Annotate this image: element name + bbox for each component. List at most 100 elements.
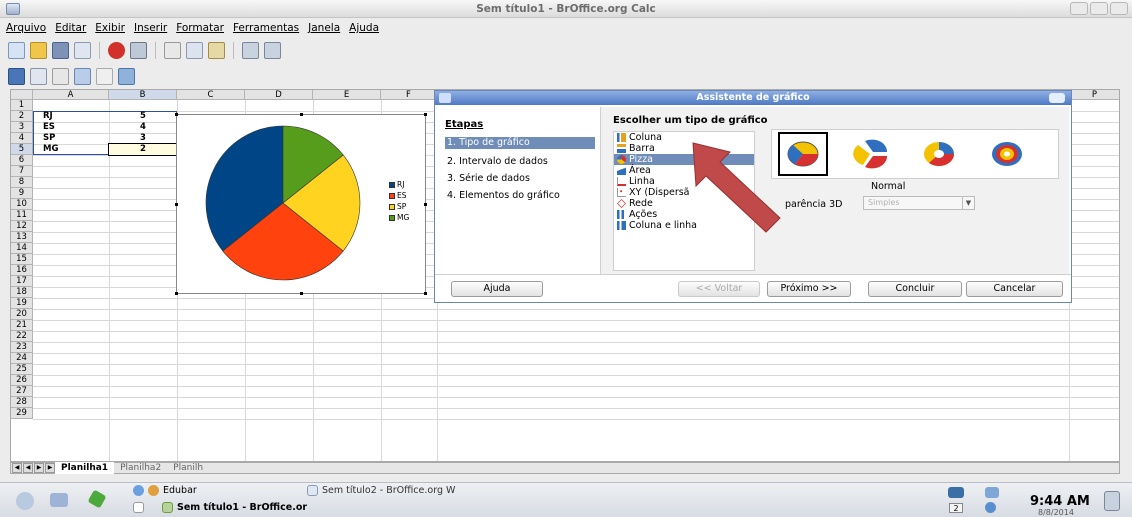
tray-updates-icon[interactable] bbox=[985, 502, 996, 513]
grid-icon[interactable] bbox=[52, 67, 69, 85]
print-icon[interactable] bbox=[130, 41, 147, 59]
variant-normal[interactable] bbox=[778, 132, 828, 176]
column-header-c[interactable]: C bbox=[177, 90, 245, 100]
tray-display-icon[interactable] bbox=[985, 487, 999, 498]
start-menu-icon[interactable] bbox=[16, 492, 34, 510]
step-chart-type[interactable]: 1. Tipo de gráfico bbox=[445, 137, 595, 149]
paste-icon[interactable] bbox=[208, 41, 225, 59]
variant-exploded-donut[interactable] bbox=[982, 132, 1032, 176]
next-button[interactable]: Próximo >> bbox=[767, 281, 851, 297]
row-header[interactable]: 27 bbox=[11, 386, 33, 397]
row-header[interactable]: 25 bbox=[11, 364, 33, 375]
data-table-icon[interactable] bbox=[118, 67, 135, 85]
back-button[interactable]: << Voltar bbox=[678, 281, 760, 297]
row-header[interactable]: 5 bbox=[11, 144, 33, 155]
taskbar-item-calc[interactable]: Sem título1 - BrOffice.or bbox=[133, 502, 307, 513]
row-header[interactable]: 16 bbox=[11, 265, 33, 276]
row-header[interactable]: 10 bbox=[11, 199, 33, 210]
menu-arquivo[interactable]: Arquivo bbox=[6, 22, 46, 34]
row-header[interactable]: 11 bbox=[11, 210, 33, 221]
row-header[interactable]: 29 bbox=[11, 408, 33, 419]
dialog-close-button[interactable] bbox=[1049, 93, 1065, 103]
row-header[interactable]: 1 bbox=[11, 100, 33, 111]
corner-header[interactable] bbox=[11, 90, 33, 100]
redo-icon[interactable] bbox=[264, 41, 281, 59]
row-header[interactable]: 13 bbox=[11, 232, 33, 243]
close-button[interactable] bbox=[1110, 2, 1128, 15]
chart-type-icon[interactable] bbox=[8, 67, 25, 85]
row-header[interactable]: 19 bbox=[11, 298, 33, 309]
sheet-tab-2[interactable]: Planilha2 bbox=[114, 462, 167, 474]
row-header[interactable]: 24 bbox=[11, 353, 33, 364]
launcher-icon[interactable] bbox=[87, 489, 107, 509]
trash-icon[interactable] bbox=[1104, 491, 1120, 511]
column-header-b[interactable]: B bbox=[109, 90, 177, 100]
menu-janela[interactable]: Janela bbox=[308, 22, 340, 34]
row-header[interactable]: 17 bbox=[11, 276, 33, 287]
resize-handle[interactable] bbox=[300, 292, 303, 295]
resize-handle[interactable] bbox=[175, 292, 178, 295]
column-header-a[interactable]: A bbox=[33, 90, 109, 100]
row-header[interactable]: 12 bbox=[11, 221, 33, 232]
last-sheet-button[interactable]: ▶ bbox=[45, 463, 55, 473]
help-button[interactable]: Ajuda bbox=[451, 281, 543, 297]
menu-exibir[interactable]: Exibir bbox=[95, 22, 125, 34]
minimize-button[interactable] bbox=[1070, 2, 1088, 15]
menu-ajuda[interactable]: Ajuda bbox=[349, 22, 379, 34]
undo-icon[interactable] bbox=[242, 41, 259, 59]
tray-network-icon[interactable] bbox=[948, 487, 964, 498]
menu-ferramentas[interactable]: Ferramentas bbox=[233, 22, 299, 34]
taskbar-item-writer[interactable]: Sem título2 - BrOffice.org W bbox=[307, 485, 455, 496]
desktop-switcher-icon[interactable] bbox=[50, 493, 68, 507]
row-header[interactable]: 9 bbox=[11, 188, 33, 199]
row-header[interactable]: 28 bbox=[11, 397, 33, 408]
row-header[interactable]: 8 bbox=[11, 177, 33, 188]
cell-b4[interactable]: 3 bbox=[109, 133, 177, 144]
row-header[interactable]: 6 bbox=[11, 155, 33, 166]
finish-button[interactable]: Concluir bbox=[868, 281, 962, 297]
cell-b5[interactable]: 2 bbox=[108, 143, 178, 156]
row-header[interactable]: 23 bbox=[11, 342, 33, 353]
next-sheet-button[interactable]: ▶ bbox=[34, 463, 44, 473]
save-icon[interactable] bbox=[52, 41, 69, 59]
resize-handle[interactable] bbox=[175, 113, 178, 116]
pie-chart-object[interactable]: RJ ES SP MG bbox=[175, 113, 427, 295]
row-header[interactable]: 18 bbox=[11, 287, 33, 298]
resize-handle[interactable] bbox=[424, 113, 427, 116]
chart-wall-icon[interactable] bbox=[30, 67, 47, 85]
variant-exploded[interactable] bbox=[846, 132, 896, 176]
step-data-range[interactable]: 2. Intervalo de dados bbox=[445, 156, 595, 168]
menu-formatar[interactable]: Formatar bbox=[176, 22, 224, 34]
row-header[interactable]: 14 bbox=[11, 243, 33, 254]
resize-handle[interactable] bbox=[424, 292, 427, 295]
look-3d-select[interactable]: Simples ▼ bbox=[863, 196, 975, 210]
resize-handle[interactable] bbox=[424, 203, 427, 206]
sheet-tab-3[interactable]: Planilh bbox=[167, 462, 209, 474]
resize-handle[interactable] bbox=[300, 113, 303, 116]
copy-icon[interactable] bbox=[186, 41, 203, 59]
menu-inserir[interactable]: Inserir bbox=[134, 22, 167, 34]
cell-b2[interactable]: 5 bbox=[109, 111, 177, 122]
legend-icon[interactable] bbox=[74, 67, 91, 85]
row-header[interactable]: 15 bbox=[11, 254, 33, 265]
open-folder-icon[interactable] bbox=[30, 41, 47, 59]
cell-a4[interactable]: SP bbox=[33, 133, 109, 144]
email-icon[interactable] bbox=[74, 41, 91, 59]
row-header[interactable]: 26 bbox=[11, 375, 33, 386]
row-header[interactable]: 20 bbox=[11, 309, 33, 320]
column-header-e[interactable]: E bbox=[313, 90, 381, 100]
row-header[interactable]: 2 bbox=[11, 111, 33, 122]
row-header[interactable]: 4 bbox=[11, 133, 33, 144]
column-header-d[interactable]: D bbox=[245, 90, 313, 100]
column-header-f[interactable]: F bbox=[381, 90, 437, 100]
variant-donut[interactable] bbox=[914, 132, 964, 176]
new-document-icon[interactable] bbox=[8, 41, 25, 59]
cell-a2[interactable]: RJ bbox=[33, 111, 109, 122]
first-sheet-button[interactable]: ◀ bbox=[12, 463, 22, 473]
text-scale-icon[interactable] bbox=[96, 67, 113, 85]
cut-icon[interactable] bbox=[164, 41, 181, 59]
column-header-p[interactable]: P bbox=[1069, 90, 1119, 100]
maximize-button[interactable] bbox=[1090, 2, 1108, 15]
menu-editar[interactable]: Editar bbox=[55, 22, 86, 34]
row-header[interactable]: 7 bbox=[11, 166, 33, 177]
